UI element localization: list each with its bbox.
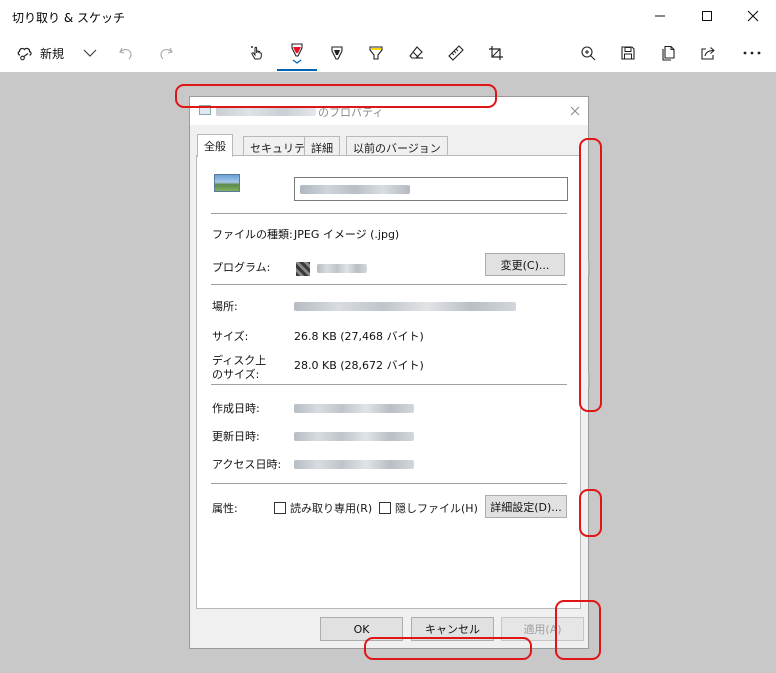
maximize-button[interactable] <box>684 0 730 32</box>
close-icon <box>570 106 580 116</box>
new-snip-dropdown[interactable] <box>79 38 101 68</box>
chevron-down-icon <box>83 49 97 57</box>
copy-button[interactable] <box>657 38 679 68</box>
annotation-mark-right-top <box>579 138 602 412</box>
zoom-button[interactable] <box>577 38 599 68</box>
file-type-value: JPEG イメージ (.jpg) <box>294 228 400 241</box>
new-snip-button[interactable]: 新規 <box>12 38 68 68</box>
file-name-input[interactable] <box>294 177 568 201</box>
modified-label: 更新日時: <box>212 430 260 443</box>
copy-icon <box>662 45 675 61</box>
tab-previous-versions[interactable]: 以前のバージョン <box>346 136 448 156</box>
program-icon <box>296 262 310 276</box>
program-label: プログラム: <box>212 261 271 274</box>
annotation-mark-title <box>175 84 497 108</box>
snip-canvas[interactable]: のプロパティ 全般 セキュリティ 詳細 以前のバージョン ファイルの種類: JP… <box>0 72 776 673</box>
ballpoint-pen-button[interactable] <box>285 38 309 68</box>
tab-general[interactable]: 全般 <box>197 134 233 157</box>
location-value-redacted <box>294 302 516 311</box>
more-icon <box>743 51 761 55</box>
active-tool-indicator <box>277 69 317 71</box>
minimize-button[interactable] <box>637 0 683 32</box>
app-title: 切り取り & スケッチ <box>12 11 125 25</box>
hidden-checkbox[interactable]: 隠しファイル(H) <box>379 500 478 516</box>
size-label: サイズ: <box>212 330 249 343</box>
general-panel: ファイルの種類: JPEG イメージ (.jpg) プログラム: 変更(C)..… <box>196 155 581 609</box>
redo-icon <box>160 47 173 60</box>
zoom-in-icon <box>581 46 596 61</box>
toolbar: 新規 <box>0 34 776 72</box>
more-button[interactable] <box>739 38 765 68</box>
ruler-button[interactable] <box>445 38 467 68</box>
divider <box>211 284 567 285</box>
divider <box>211 213 567 214</box>
hidden-checkbox-label: 隠しファイル(H) <box>395 502 478 515</box>
crop-button[interactable] <box>485 38 507 68</box>
dialog-close-button[interactable] <box>566 102 584 120</box>
share-button[interactable] <box>697 38 719 68</box>
redo-button[interactable] <box>155 38 177 68</box>
image-file-icon <box>214 174 240 192</box>
highlighter-icon <box>369 46 383 60</box>
share-icon <box>701 47 715 60</box>
title-bar: 切り取り & スケッチ <box>0 0 776 34</box>
created-value-redacted <box>294 404 414 413</box>
minimize-icon <box>655 15 665 17</box>
size-value: 26.8 KB (27,468 バイト) <box>294 330 424 343</box>
pencil-icon <box>331 46 343 60</box>
readonly-checkbox-label: 読み取り専用(R) <box>290 502 373 515</box>
close-button[interactable] <box>730 0 776 32</box>
disk-size-label-line2: のサイズ: <box>212 368 260 381</box>
save-button[interactable] <box>617 38 639 68</box>
readonly-checkbox[interactable]: 読み取り専用(R) <box>274 500 372 516</box>
disk-size-value: 28.0 KB (28,672 バイト) <box>294 359 424 372</box>
undo-icon <box>119 47 132 60</box>
close-icon <box>747 10 759 22</box>
touch-writing-button[interactable] <box>245 38 269 68</box>
program-name-redacted <box>317 264 367 273</box>
checkbox-box[interactable] <box>274 502 286 514</box>
created-label: 作成日時: <box>212 402 260 415</box>
location-label: 場所: <box>212 300 238 313</box>
new-snip-label: 新規 <box>39 46 64 61</box>
annotation-mark-right-middle <box>579 489 602 537</box>
checkbox-box[interactable] <box>379 502 391 514</box>
divider <box>211 483 567 484</box>
tab-details[interactable]: 詳細 <box>304 136 340 156</box>
save-icon <box>621 46 635 60</box>
file-name-redacted <box>300 185 410 194</box>
pencil-button[interactable] <box>326 38 348 68</box>
undo-button[interactable] <box>115 38 137 68</box>
touch-writing-icon <box>251 46 262 60</box>
properties-dialog: のプロパティ 全般 セキュリティ 詳細 以前のバージョン ファイルの種類: JP… <box>189 96 589 649</box>
advanced-attributes-button[interactable]: 詳細設定(D)... <box>485 495 567 518</box>
attributes-label: 属性: <box>212 502 238 515</box>
divider <box>211 384 567 385</box>
annotation-mark-bottom <box>364 637 532 660</box>
annotation-mark-corner <box>555 600 601 660</box>
maximize-icon <box>702 11 712 21</box>
accessed-label: アクセス日時: <box>212 458 282 471</box>
ballpoint-pen-icon <box>291 43 303 64</box>
eraser-button[interactable] <box>405 38 427 68</box>
change-program-button[interactable]: 変更(C)... <box>485 253 565 276</box>
modified-value-redacted <box>294 432 414 441</box>
file-type-label: ファイルの種類: <box>212 228 293 241</box>
highlighter-button[interactable] <box>365 38 387 68</box>
accessed-value-redacted <box>294 460 414 469</box>
eraser-icon <box>409 46 423 59</box>
ruler-icon <box>448 45 464 61</box>
new-snip-icon <box>17 47 32 61</box>
crop-icon <box>489 46 503 60</box>
